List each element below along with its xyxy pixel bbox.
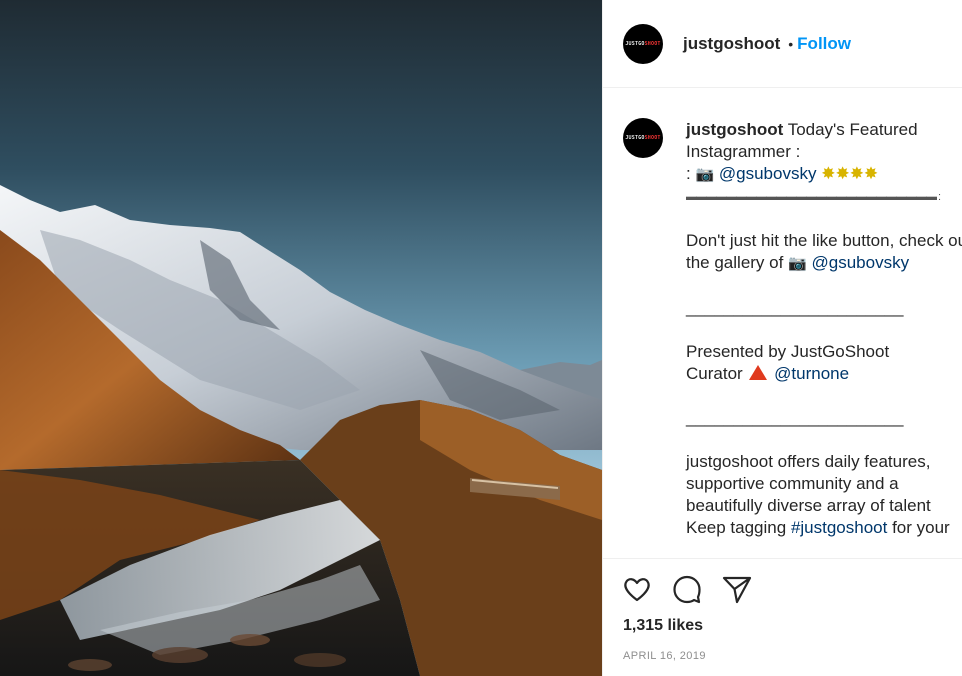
- caption-text: justgoshoot Today's Featured Instagramme…: [686, 119, 962, 539]
- follow-button[interactable]: Follow: [797, 34, 851, 54]
- caption-suffix: for your: [892, 518, 950, 537]
- post-date[interactable]: APRIL 16, 2019: [623, 650, 706, 662]
- caption-avatar[interactable]: JUSTGOSHOOT: [623, 118, 663, 158]
- post-header: JUSTGOSHOOT justgoshoot • Follow: [603, 0, 962, 88]
- mountain-lake-photo: [0, 0, 602, 676]
- comment-icon[interactable]: [671, 573, 703, 605]
- post-actions: 1,315 likes APRIL 16, 2019: [603, 558, 962, 676]
- camera-icon: 📷: [788, 255, 807, 272]
- caption-scroll-area[interactable]: JUSTGOSHOOT justgoshoot Today's Featured…: [603, 88, 962, 558]
- mention-link[interactable]: @gsubovsky: [719, 164, 817, 183]
- caption-divider: ▬▬▬▬▬▬▬▬▬▬▬▬▬▬▬▬▬▬▬▬▬▬▬▬▬ :: [686, 191, 941, 203]
- caption-presented: Presented by JustGoShoot: [686, 342, 890, 361]
- avatar[interactable]: JUSTGOSHOOT: [623, 23, 663, 64]
- star-emoji-icon: ✸✸✸✸: [821, 164, 879, 183]
- avatar-logo: JUSTGOSHOOT: [625, 135, 661, 141]
- header-username[interactable]: justgoshoot: [683, 34, 780, 54]
- separator-dot: •: [788, 35, 794, 52]
- avatar-logo: JUSTGOSHOOT: [625, 40, 661, 47]
- mention-link[interactable]: @turnone: [774, 364, 849, 383]
- camera-icon: 📷: [695, 166, 715, 183]
- triangle-icon: [749, 365, 768, 380]
- caption-username[interactable]: justgoshoot: [686, 120, 783, 139]
- post-image[interactable]: [0, 0, 602, 676]
- caption-paragraph: justgoshoot offers daily features, suppo…: [686, 452, 931, 515]
- caption-rule: _______________________: [686, 298, 904, 317]
- caption-prefix: :: [686, 164, 691, 183]
- caption-keep-tagging: Keep tagging: [686, 518, 787, 537]
- heart-icon[interactable]: [621, 573, 653, 605]
- curator-label: Curator: [686, 364, 743, 383]
- hashtag-link[interactable]: #justgoshoot: [791, 518, 887, 537]
- caption-rule: _______________________: [686, 408, 904, 427]
- likes-count[interactable]: 1,315 likes: [623, 617, 703, 635]
- post-side-panel: JUSTGOSHOOT justgoshoot • Follow JUSTGOS…: [602, 0, 962, 676]
- share-icon[interactable]: [721, 573, 753, 605]
- mention-link[interactable]: @gsubovsky: [812, 253, 910, 272]
